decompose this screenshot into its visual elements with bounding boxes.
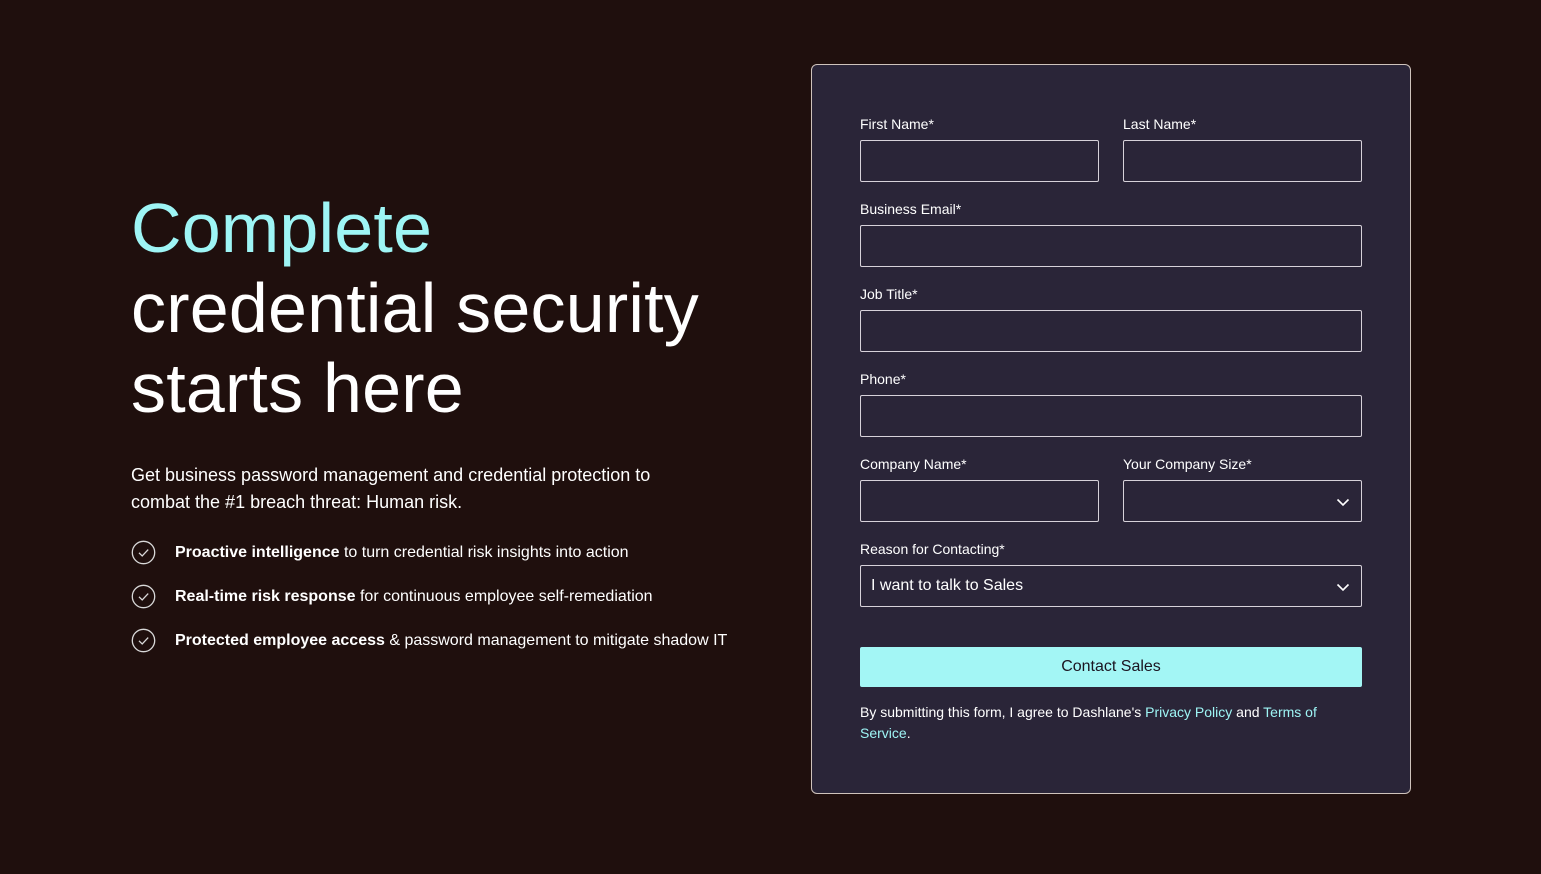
reason-value: I want to talk to Sales [871,577,1024,594]
feature-rest: & password management to mitigate shadow… [384,632,728,649]
company-size-select[interactable] [1123,480,1362,522]
page: Complete credential security starts here… [0,0,1541,874]
check-circle-icon [131,628,156,653]
hero-subtitle: Get business password management and cre… [131,465,651,512]
feature-rest: for continuous employee self-remediation [355,588,653,605]
feature-item: Proactive intelligence to turn credentia… [131,540,751,586]
feature-bold: Proactive intelligence [175,544,340,561]
headline-line-2: credential security [131,269,699,347]
feature-text: Proactive intelligence to turn credentia… [175,542,629,564]
contact-sales-button[interactable]: Contact Sales [860,647,1362,687]
privacy-policy-link[interactable]: Privacy Policy [1145,704,1232,720]
first-name-label: First Name* [860,116,934,132]
feature-text: Real-time risk response for continuous e… [175,586,653,608]
chevron-down-icon [1335,494,1351,510]
feature-item: Real-time risk response for continuous e… [131,584,751,630]
feature-rest: to turn credential risk insights into ac… [339,544,629,561]
check-circle-icon [131,540,156,565]
legal-prefix: By submitting this form, I agree to Dash… [860,704,1146,720]
feature-text: Protected employee access & password man… [175,630,727,652]
feature-list: Proactive intelligence to turn credentia… [131,540,751,674]
reason-select[interactable]: I want to talk to Sales [860,565,1362,607]
company-name-input[interactable] [860,480,1099,522]
reason-label: Reason for Contacting* [860,541,1005,557]
job-title-input[interactable] [860,310,1362,352]
last-name-label: Last Name* [1123,116,1197,132]
headline-line-3: starts here [131,349,464,427]
company-size-label: Your Company Size* [1123,456,1252,472]
hero-section: Complete credential security starts here… [131,188,751,674]
feature-bold: Real-time risk response [175,588,356,605]
last-name-input[interactable] [1123,140,1362,182]
phone-input[interactable] [860,395,1362,437]
page-title: Complete credential security starts here [131,188,751,428]
phone-label: Phone* [860,371,906,387]
legal-suffix: . [906,725,911,741]
feature-item: Protected employee access & password man… [131,628,751,674]
contact-form: First Name* Last Name* Business Email* J… [811,64,1411,794]
headline-accent: Complete [131,189,433,267]
job-title-label: Job Title* [860,286,918,302]
check-circle-icon [131,584,156,609]
company-name-label: Company Name* [860,456,967,472]
feature-bold: Protected employee access [175,632,385,649]
legal-middle: and [1232,704,1264,720]
first-name-input[interactable] [860,140,1099,182]
legal-notice: By submitting this form, I agree to Dash… [860,702,1362,744]
business-email-input[interactable] [860,225,1362,267]
chevron-down-icon [1335,579,1351,595]
business-email-label: Business Email* [860,201,962,217]
